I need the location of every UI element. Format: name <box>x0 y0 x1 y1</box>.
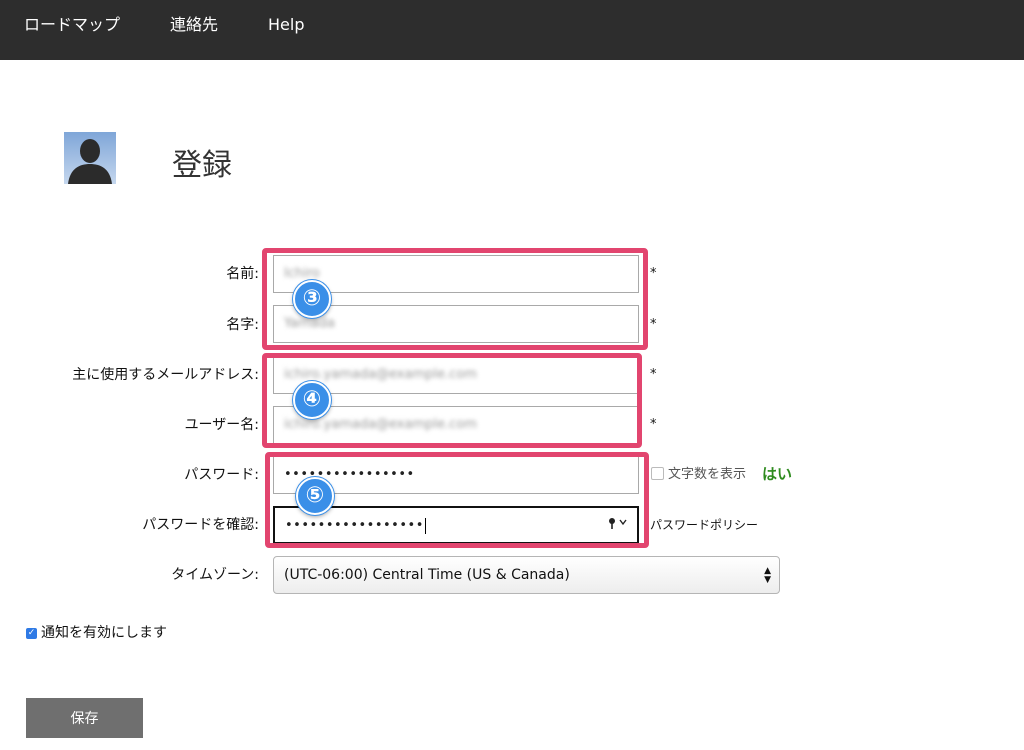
password-strength-yes: はい <box>762 465 793 483</box>
nav-help-link[interactable]: Help <box>268 14 304 36</box>
first-name-label: 名前: <box>226 266 259 282</box>
top-nav-bar: ロードマップ 連絡先 Help <box>0 0 1024 60</box>
show-char-count-label: 文字数を表示 <box>668 467 747 482</box>
password-confirm-input[interactable]: ••••••••••••••••• <box>273 506 639 544</box>
username-label: ユーザー名: <box>184 417 259 433</box>
last-name-required-mark: * <box>650 317 657 332</box>
timezone-select[interactable]: (UTC-06:00) Central Time (US & Canada) ▲… <box>273 556 780 594</box>
username-input[interactable]: ichiro.yamada@example.com <box>273 406 639 444</box>
email-label: 主に使用するメールアドレス: <box>72 367 259 383</box>
first-name-value: Ichiro <box>284 266 320 281</box>
last-name-label: 名字: <box>226 317 259 333</box>
last-name-value: Yamada <box>284 316 335 331</box>
show-char-count-toggle[interactable]: 文字数を表示 <box>651 466 746 484</box>
nav-contact-link[interactable]: 連絡先 <box>170 14 218 36</box>
password-confirm-value: ••••••••••••••••• <box>285 518 424 533</box>
save-button[interactable]: 保存 <box>26 698 143 738</box>
password-confirm-label: パスワードを確認: <box>142 517 259 533</box>
notify-label: 通知を有効にします <box>41 625 167 641</box>
first-name-required-mark: * <box>650 266 657 281</box>
text-caret <box>424 517 426 534</box>
email-value: ichiro.yamada@example.com <box>284 367 477 382</box>
first-name-input[interactable]: Ichiro <box>273 255 639 293</box>
page-title: 登録 <box>172 148 232 183</box>
password-autofill-key-icon[interactable] <box>608 516 634 534</box>
notify-checkbox[interactable]: ✓ <box>26 628 37 639</box>
email-required-mark: * <box>650 367 657 382</box>
email-input[interactable]: ichiro.yamada@example.com <box>273 356 639 394</box>
annotation-badge-5: ⑤ <box>296 477 334 515</box>
password-policy-link[interactable]: パスワードポリシー <box>650 516 758 534</box>
show-char-count-checkbox[interactable] <box>651 467 664 480</box>
annotation-badge-4: ④ <box>293 381 331 419</box>
annotation-badge-3: ③ <box>293 280 331 318</box>
password-label: パスワード: <box>184 467 259 483</box>
avatar <box>64 132 116 184</box>
username-required-mark: * <box>650 417 657 432</box>
select-updown-icon: ▲ ▼ <box>764 566 771 585</box>
nav-roadmap-link[interactable]: ロードマップ <box>24 14 120 36</box>
user-silhouette-icon <box>68 139 112 184</box>
username-value: ichiro.yamada@example.com <box>284 417 477 432</box>
timezone-label: タイムゾーン: <box>171 567 259 583</box>
timezone-selected-value: (UTC-06:00) Central Time (US & Canada) <box>284 567 570 583</box>
last-name-input[interactable]: Yamada <box>273 305 639 343</box>
